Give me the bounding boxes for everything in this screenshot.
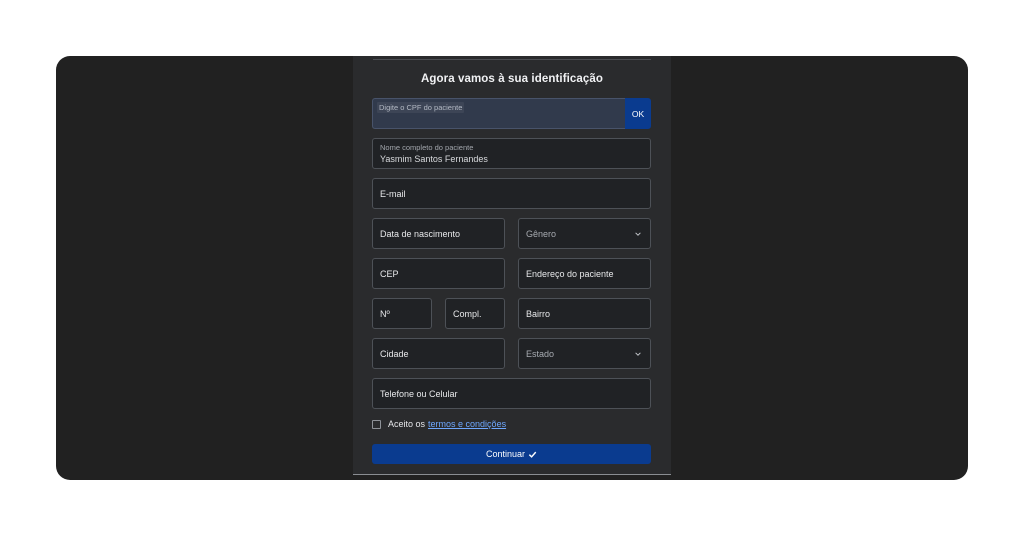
city-field[interactable]: Cidade [372,338,505,369]
page-title: Agora vamos à sua identificação [420,73,604,85]
terms-link[interactable]: termos e condições [428,419,506,429]
continue-label: Continuar [485,449,526,459]
check-icon [528,451,537,458]
city-placeholder: Cidade [380,348,409,359]
birth-date-placeholder: Data de nascimento [380,228,461,239]
terms-checkbox[interactable] [372,419,381,429]
cpf-input[interactable]: Digite o CPF do paciente [372,98,625,129]
terms-row: Aceito os termos e condições [372,418,506,430]
birth-date-field[interactable]: Data de nascimento [372,218,505,249]
state-select[interactable]: Estado [518,338,651,369]
state-selected: Estado [526,348,555,359]
patient-name-label: Nome completo do paciente [380,143,474,152]
identification-form: Agora vamos à sua identificação Digite o… [353,56,671,475]
phone-placeholder: Telefone ou Celular [380,388,458,399]
chevron-down-icon [635,351,641,356]
cep-placeholder: CEP [380,268,399,279]
number-placeholder: Nº [380,308,390,319]
gender-selected: Gênero [526,228,557,239]
cpf-ok-button[interactable]: OK [625,98,651,129]
gender-select[interactable]: Gênero [518,218,651,249]
chevron-down-icon [635,231,641,236]
complement-field[interactable]: Compl. [445,298,505,329]
top-divider [373,59,651,60]
app-frame: Agora vamos à sua identificação Digite o… [56,56,968,480]
cep-field[interactable]: CEP [372,258,505,289]
number-field[interactable]: Nº [372,298,432,329]
patient-name-field[interactable]: Nome completo do paciente Yasmim Santos … [372,138,651,169]
phone-field[interactable]: Telefone ou Celular [372,378,651,409]
cpf-placeholder: Digite o CPF do paciente [377,102,465,113]
continue-button[interactable]: Continuar [372,444,651,464]
address-field[interactable]: Endereço do paciente [518,258,651,289]
email-placeholder: E-mail [380,188,406,199]
neighborhood-placeholder: Bairro [526,308,551,319]
complement-placeholder: Compl. [453,308,482,319]
email-field[interactable]: E-mail [372,178,651,209]
terms-prefix: Aceito os [388,419,426,429]
patient-name-value: Yasmim Santos Fernandes [380,154,488,164]
address-placeholder: Endereço do paciente [526,268,614,279]
neighborhood-field[interactable]: Bairro [518,298,651,329]
